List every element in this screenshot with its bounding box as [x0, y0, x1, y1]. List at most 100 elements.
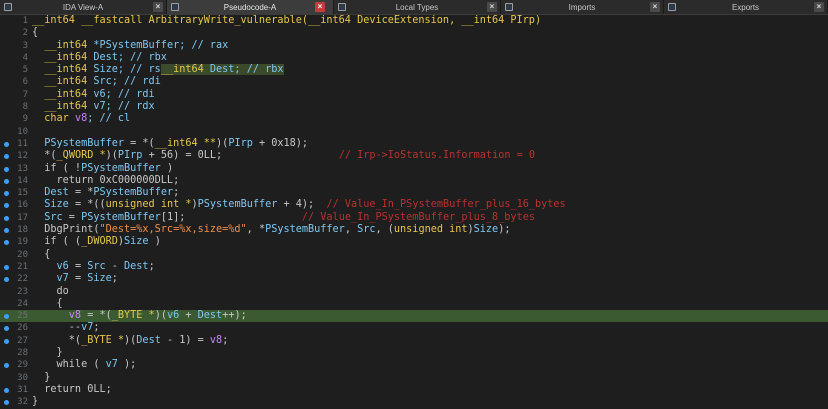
breakpoint-dot-icon[interactable]	[4, 400, 9, 406]
code-line[interactable]: 10	[0, 126, 828, 138]
code-token: Dest; // rbx	[209, 64, 284, 76]
code-line[interactable]: 23 do	[0, 286, 828, 298]
code-line[interactable]: 19 if ( (_DWORD)Size )	[0, 236, 828, 248]
code-text: do	[32, 286, 69, 298]
code-line[interactable]: 14 return 0xC000000DLL;	[0, 175, 828, 187]
breakpoint-dot-icon[interactable]	[4, 264, 9, 270]
code-token: , *	[246, 224, 266, 236]
code-token: = *	[68, 187, 94, 199]
code-token: )(	[124, 334, 137, 346]
close-icon[interactable]: ×	[650, 2, 660, 12]
line-number: 24	[17, 298, 28, 309]
code-token: {	[32, 297, 63, 309]
code-token: __int64	[32, 88, 94, 100]
code-line[interactable]: 3 __int64 *PSystemBuffer; // rax	[0, 40, 828, 52]
code-token: }	[32, 396, 39, 408]
code-line[interactable]: 7 __int64 v6; // rdi	[0, 89, 828, 101]
code-token: return 0xC000000DLL;	[32, 174, 180, 186]
tab-pseudocode-a[interactable]: Pseudocode-A ×	[167, 0, 334, 14]
tab-ida-view-a[interactable]: IDA View-A ×	[0, 0, 167, 14]
code-token: if ( !	[32, 162, 82, 174]
code-line[interactable]: 20 {	[0, 249, 828, 261]
code-line[interactable]: 28 }	[0, 347, 828, 359]
tab-label: Exports	[731, 2, 760, 12]
code-line[interactable]: 5 __int64 Size; // rs__int64 Dest; // rb…	[0, 64, 828, 76]
code-line[interactable]: 15 Dest = *PSystemBuffer;	[0, 187, 828, 199]
code-token: Dest; // rbx	[93, 51, 167, 63]
breakpoint-dot-icon[interactable]	[4, 240, 9, 246]
code-token: unsigned int	[393, 224, 468, 236]
line-number: 27	[17, 335, 28, 346]
breakpoint-dot-icon[interactable]	[4, 215, 9, 221]
code-line[interactable]: 29 while ( v7 );	[0, 359, 828, 371]
breakpoint-dot-icon[interactable]	[4, 166, 9, 172]
tab-exports[interactable]: Exports ×	[664, 0, 828, 14]
code-line[interactable]: 6 __int64 Src; // rdi	[0, 76, 828, 88]
code-line[interactable]: 27 *(_BYTE *)(Dest - 1) = v8;	[0, 335, 828, 347]
code-line[interactable]: 2{	[0, 27, 828, 39]
code-line[interactable]: 21 v6 = Src - Dest;	[0, 261, 828, 273]
code-token: =	[68, 260, 88, 272]
code-line[interactable]: 24 {	[0, 298, 828, 310]
tab-imports[interactable]: Imports ×	[501, 0, 664, 14]
line-number: 22	[17, 274, 28, 285]
breakpoint-dot-icon[interactable]	[4, 363, 9, 369]
code-token: Src	[87, 260, 106, 272]
close-icon[interactable]: ×	[814, 2, 824, 12]
line-number: 17	[17, 212, 28, 223]
pseudocode-view[interactable]: 1 __int64 __fastcall ArbitraryWrite_vulne…	[0, 15, 828, 408]
code-text: --v7;	[32, 322, 100, 334]
code-line[interactable]: 4 __int64 Dest; // rbx	[0, 52, 828, 64]
breakpoint-dot-icon[interactable]	[4, 314, 9, 320]
breakpoint-dot-icon[interactable]	[4, 203, 9, 209]
code-token: );	[498, 224, 511, 236]
breakpoint-dot-icon[interactable]	[4, 154, 9, 160]
breakpoint-dot-icon[interactable]	[4, 191, 9, 197]
line-number: 5	[22, 65, 28, 76]
tab-bar: IDA View-A × Pseudocode-A × Local Types × Impo…	[0, 0, 828, 15]
code-token: = *((	[68, 199, 106, 211]
code-text: DbgPrint("Dest=%x,Src=%x,size=%d", *PSys…	[32, 224, 510, 236]
breakpoint-dot-icon[interactable]	[4, 326, 9, 332]
code-text: }	[32, 347, 63, 359]
code-line[interactable]: 1 __int64 __fastcall ArbitraryWrite_vulne…	[0, 15, 828, 27]
code-line[interactable]: 13 if ( !PSystemBuffer )	[0, 163, 828, 175]
code-line[interactable]: 8 __int64 v7; // rdx	[0, 101, 828, 113]
code-line[interactable]: 12 *(_QWORD *)(PIrp + 56) = 0LL; // Irp-…	[0, 150, 828, 162]
close-icon[interactable]: ×	[315, 2, 325, 12]
code-line[interactable]: 26 --v7;	[0, 322, 828, 334]
close-icon[interactable]: ×	[487, 2, 497, 12]
code-line[interactable]: 30 }	[0, 372, 828, 384]
line-number: 31	[17, 384, 28, 395]
code-line[interactable]: 16 Size = *((unsigned int *)PSystemBuffe…	[0, 199, 828, 211]
close-icon[interactable]: ×	[153, 2, 163, 12]
tab-local-types[interactable]: Local Types ×	[334, 0, 501, 14]
code-token: Size	[87, 273, 112, 285]
line-number: 10	[17, 126, 28, 137]
code-token: *PSystemBuffer; // rax	[93, 39, 229, 51]
breakpoint-dot-icon[interactable]	[4, 141, 9, 147]
code-line[interactable]: 18 DbgPrint("Dest=%x,Src=%x,size=%d", *P…	[0, 224, 828, 236]
code-token: __int64	[32, 76, 94, 88]
code-token: PSystemBuffer	[93, 187, 174, 199]
code-line[interactable]: 9 char v8; // cl	[0, 113, 828, 125]
code-line[interactable]: 25 v8 = *(_BYTE *)(v6 + Dest++);	[0, 310, 828, 323]
code-token: {	[32, 248, 51, 260]
code-line[interactable]: 22 v7 = Size;	[0, 273, 828, 285]
code-token: Dest	[136, 334, 161, 346]
code-token: v7; // rdx	[93, 101, 155, 113]
code-token: )(	[154, 310, 167, 322]
code-text: __int64 Src; // rdi	[32, 76, 161, 88]
code-token: v6	[32, 260, 69, 272]
code-token: v7	[32, 273, 69, 285]
breakpoint-dot-icon[interactable]	[4, 387, 9, 393]
code-line[interactable]: 17 Src = PSystemBuffer[1]; // Value_In_P…	[0, 212, 828, 224]
code-line[interactable]: 11 PSystemBuffer = *(__int64 **)(PIrp + …	[0, 138, 828, 150]
tab-label: Imports	[568, 2, 596, 12]
breakpoint-dot-icon[interactable]	[4, 178, 9, 184]
code-line[interactable]: 32}	[0, 396, 828, 408]
breakpoint-dot-icon[interactable]	[4, 228, 9, 234]
breakpoint-dot-icon[interactable]	[4, 338, 9, 344]
code-line[interactable]: 31 return 0LL;	[0, 384, 828, 396]
breakpoint-dot-icon[interactable]	[4, 277, 9, 283]
